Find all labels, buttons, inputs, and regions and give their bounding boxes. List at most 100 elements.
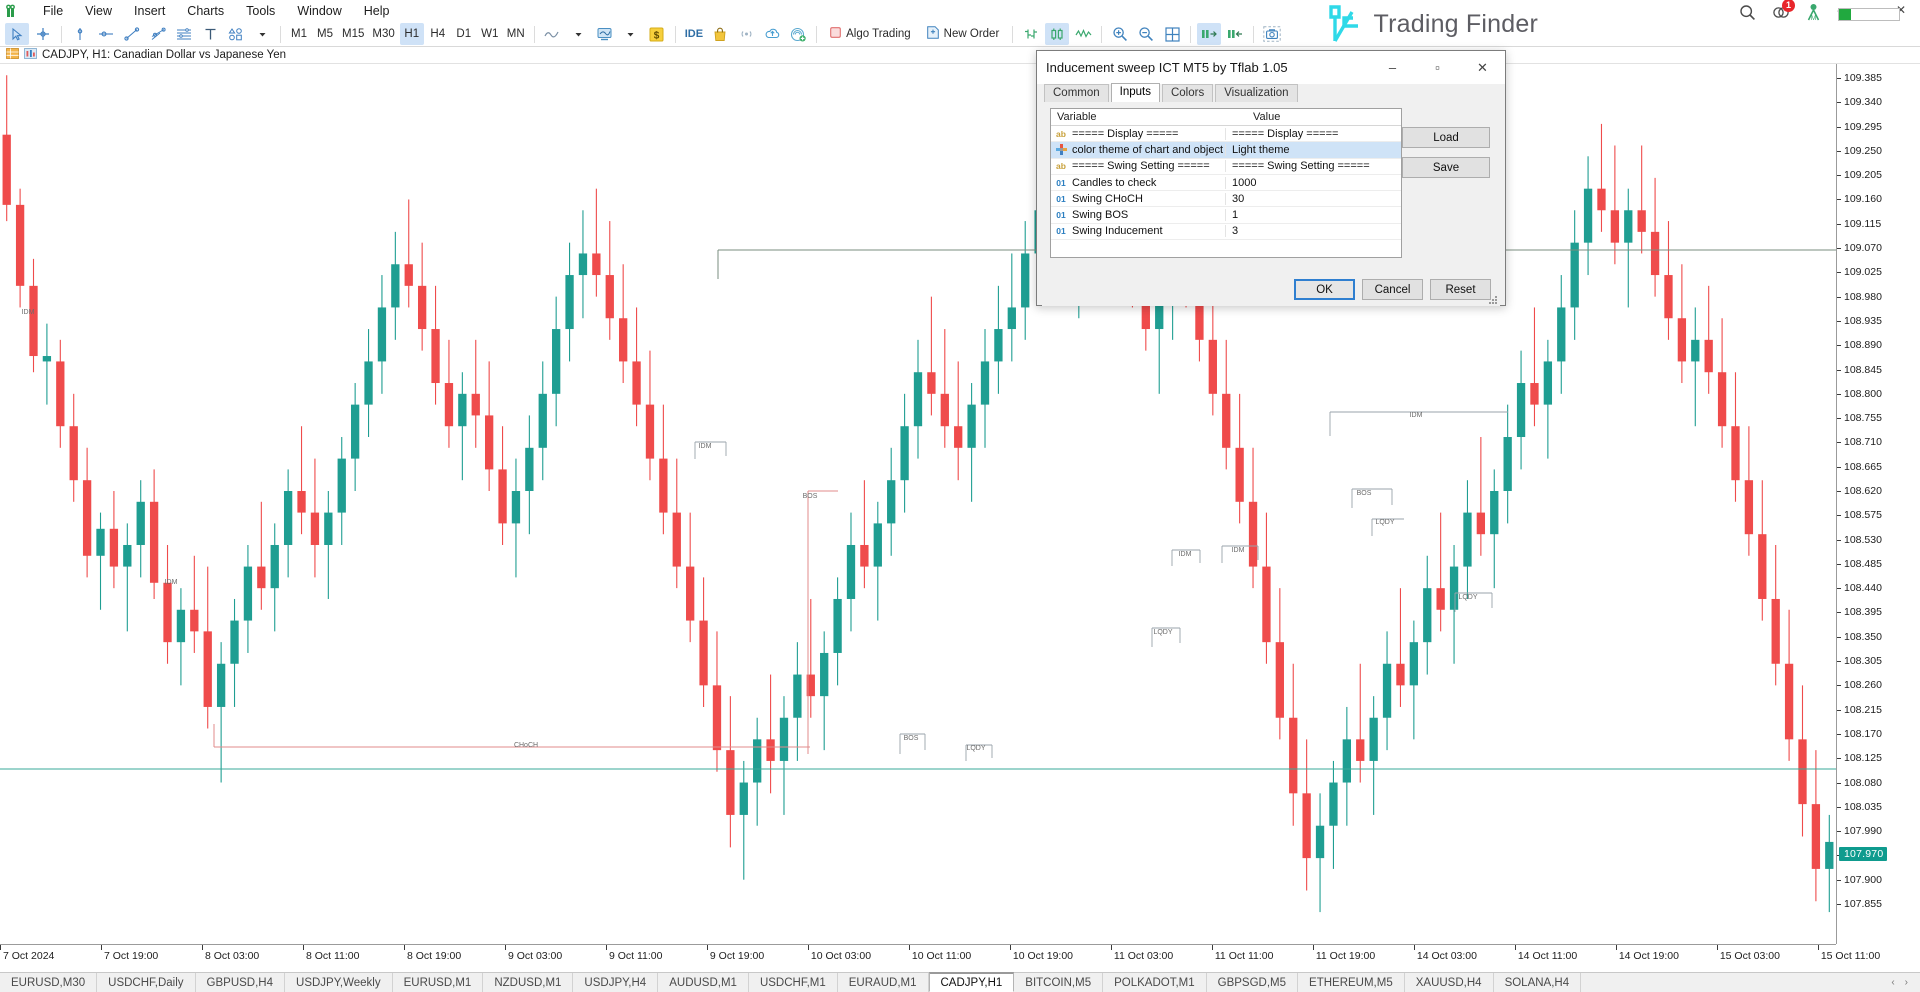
- chart-tab[interactable]: USDCHF,M1: [749, 973, 838, 992]
- inputs-grid-row[interactable]: 01Swing Inducement3: [1051, 224, 1401, 240]
- menu-item-tools[interactable]: Tools: [235, 1, 286, 21]
- shapes-icon[interactable]: [224, 23, 248, 45]
- dialog-minimize-button[interactable]: –: [1370, 51, 1415, 84]
- timeframe-m1[interactable]: M1: [287, 23, 311, 45]
- zoom-in-icon[interactable]: [1108, 23, 1132, 45]
- inputs-grid-row[interactable]: 01Swing CHoCH30: [1051, 191, 1401, 207]
- line-chart-icon[interactable]: [1071, 23, 1095, 45]
- indicators-dropdown-icon[interactable]: [567, 23, 591, 45]
- vps-icon[interactable]: [786, 23, 810, 45]
- text-icon[interactable]: [198, 23, 222, 45]
- chart-tab[interactable]: USDJPY,Weekly: [285, 973, 393, 992]
- connection-meter[interactable]: [1838, 8, 1900, 21]
- timeframe-w1[interactable]: W1: [478, 23, 502, 45]
- notifications-icon[interactable]: 1: [1772, 4, 1789, 26]
- dialog-title-bar[interactable]: Inducement sweep ICT MT5 by Tflab 1.05 –…: [1037, 51, 1505, 84]
- bar-chart-icon[interactable]: [1019, 23, 1043, 45]
- timeframe-d1[interactable]: D1: [452, 23, 476, 45]
- timeframe-m5[interactable]: M5: [313, 23, 337, 45]
- inputs-grid-row[interactable]: ab===== Swing Setting ========== Swing S…: [1051, 159, 1401, 175]
- chart-tab[interactable]: EURAUD,M1: [838, 973, 929, 992]
- reset-button[interactable]: Reset: [1430, 279, 1491, 300]
- tab-visualization[interactable]: Visualization: [1215, 84, 1297, 102]
- chart-shift-icon[interactable]: [1223, 23, 1247, 45]
- timeframe-h1[interactable]: H1: [400, 23, 424, 45]
- screenshot-icon[interactable]: [1260, 23, 1284, 45]
- trendline-icon[interactable]: [120, 23, 144, 45]
- new-order-button[interactable]: New Order: [920, 23, 1007, 45]
- input-variable-value[interactable]: ===== Swing Setting =====: [1225, 160, 1401, 172]
- dollar-icon[interactable]: $: [645, 23, 669, 45]
- chart-tab[interactable]: GBPSGD,M5: [1207, 973, 1298, 992]
- chart-tab[interactable]: AUDUSD,M1: [658, 973, 749, 992]
- menu-item-charts[interactable]: Charts: [176, 1, 235, 21]
- market-bag-icon[interactable]: [708, 23, 732, 45]
- input-variable-value[interactable]: 3: [1225, 225, 1401, 237]
- inputs-grid-row[interactable]: ab===== Display ========== Display =====: [1051, 126, 1401, 142]
- cancel-button[interactable]: Cancel: [1362, 279, 1423, 300]
- chart-tab[interactable]: ETHEREUM,M5: [1298, 973, 1405, 992]
- menu-item-file[interactable]: File: [32, 1, 74, 21]
- menu-item-insert[interactable]: Insert: [123, 1, 176, 21]
- tab-prev-arrow[interactable]: ‹: [1891, 977, 1894, 988]
- ide-icon[interactable]: IDE: [682, 23, 706, 45]
- dialog-close-button[interactable]: ✕: [1460, 51, 1505, 84]
- templates-icon[interactable]: [593, 23, 617, 45]
- shapes-dropdown-icon[interactable]: [250, 23, 274, 45]
- timeframe-mn[interactable]: MN: [504, 23, 528, 45]
- timeframe-m15[interactable]: M15: [339, 23, 367, 45]
- chart-tab[interactable]: EURUSD,M30: [0, 973, 97, 992]
- menu-item-view[interactable]: View: [74, 1, 123, 21]
- timeframe-h4[interactable]: H4: [426, 23, 450, 45]
- chart-plot[interactable]: IDMIDMIDMBOSCHoCHBOSLQDYLQDYIDMIDMIDMBOS…: [0, 64, 1836, 944]
- signals-icon[interactable]: [734, 23, 758, 45]
- indicators-icon[interactable]: [541, 23, 565, 45]
- timeframe-m30[interactable]: M30: [369, 23, 397, 45]
- grid-icon[interactable]: [1160, 23, 1184, 45]
- ok-button[interactable]: OK: [1294, 279, 1355, 300]
- chart-tab[interactable]: XAUUSD,H4: [1405, 973, 1494, 992]
- time-axis[interactable]: 7 Oct 20247 Oct 19:008 Oct 03:008 Oct 11…: [0, 944, 1836, 972]
- menu-item-help[interactable]: Help: [353, 1, 401, 21]
- horizontal-line-icon[interactable]: [94, 23, 118, 45]
- auto-scroll-icon[interactable]: [1197, 23, 1221, 45]
- chart-tab[interactable]: USDCHF,Daily: [97, 973, 195, 992]
- tab-common[interactable]: Common: [1044, 84, 1109, 102]
- chart-tab[interactable]: SOLANA,H4: [1494, 973, 1582, 992]
- load-button[interactable]: Load: [1402, 127, 1490, 148]
- dialog-maximize-button[interactable]: ▫: [1415, 51, 1460, 84]
- tab-next-arrow[interactable]: ›: [1905, 977, 1908, 988]
- tab-colors[interactable]: Colors: [1162, 84, 1213, 102]
- menu-item-window[interactable]: Window: [286, 1, 352, 21]
- input-variable-value[interactable]: 1: [1225, 209, 1401, 221]
- mql5-community-icon[interactable]: M: [1805, 3, 1822, 26]
- zoom-out-icon[interactable]: [1134, 23, 1158, 45]
- chart-tab-bar[interactable]: EURUSD,M30USDCHF,DailyGBPUSD,H4USDJPY,We…: [0, 972, 1920, 992]
- input-variable-value[interactable]: ===== Display =====: [1225, 128, 1401, 140]
- chart-tab[interactable]: GBPUSD,H4: [196, 973, 285, 992]
- algo-trading-button[interactable]: Algo Trading: [823, 23, 918, 45]
- input-variable-value[interactable]: 30: [1225, 193, 1401, 205]
- fibonacci-icon[interactable]: [172, 23, 196, 45]
- input-variable-value[interactable]: Light theme: [1225, 144, 1401, 156]
- inputs-grid-row[interactable]: 01Swing BOS1: [1051, 207, 1401, 223]
- indicator-properties-dialog[interactable]: Inducement sweep ICT MT5 by Tflab 1.05 –…: [1036, 50, 1506, 306]
- inputs-grid-row[interactable]: color theme of chart and objectLight the…: [1051, 142, 1401, 158]
- price-scale[interactable]: 109.385109.340109.295109.250109.205109.1…: [1836, 64, 1920, 944]
- chart-tab[interactable]: BITCOIN,M5: [1014, 973, 1103, 992]
- cloud-icon[interactable]: [760, 23, 784, 45]
- inputs-grid[interactable]: Variable Value ab===== Display =========…: [1050, 108, 1402, 258]
- candlestick-chart-icon[interactable]: [1045, 23, 1069, 45]
- input-variable-value[interactable]: 1000: [1225, 177, 1401, 189]
- chart-tab[interactable]: USDJPY,H4: [573, 973, 658, 992]
- channel-icon[interactable]: [146, 23, 170, 45]
- chart-area[interactable]: IDMIDMIDMBOSCHoCHBOSLQDYLQDYIDMIDMIDMBOS…: [0, 64, 1920, 972]
- save-button[interactable]: Save: [1402, 157, 1490, 178]
- chart-tab[interactable]: CADJPY,H1: [929, 972, 1015, 992]
- crosshair-icon[interactable]: [31, 23, 55, 45]
- inputs-grid-row[interactable]: 01Candles to check1000: [1051, 175, 1401, 191]
- cursor-icon[interactable]: [5, 23, 29, 45]
- templates-dropdown-icon[interactable]: [619, 23, 643, 45]
- vertical-line-icon[interactable]: [68, 23, 92, 45]
- resize-grip-icon[interactable]: [1486, 293, 1498, 305]
